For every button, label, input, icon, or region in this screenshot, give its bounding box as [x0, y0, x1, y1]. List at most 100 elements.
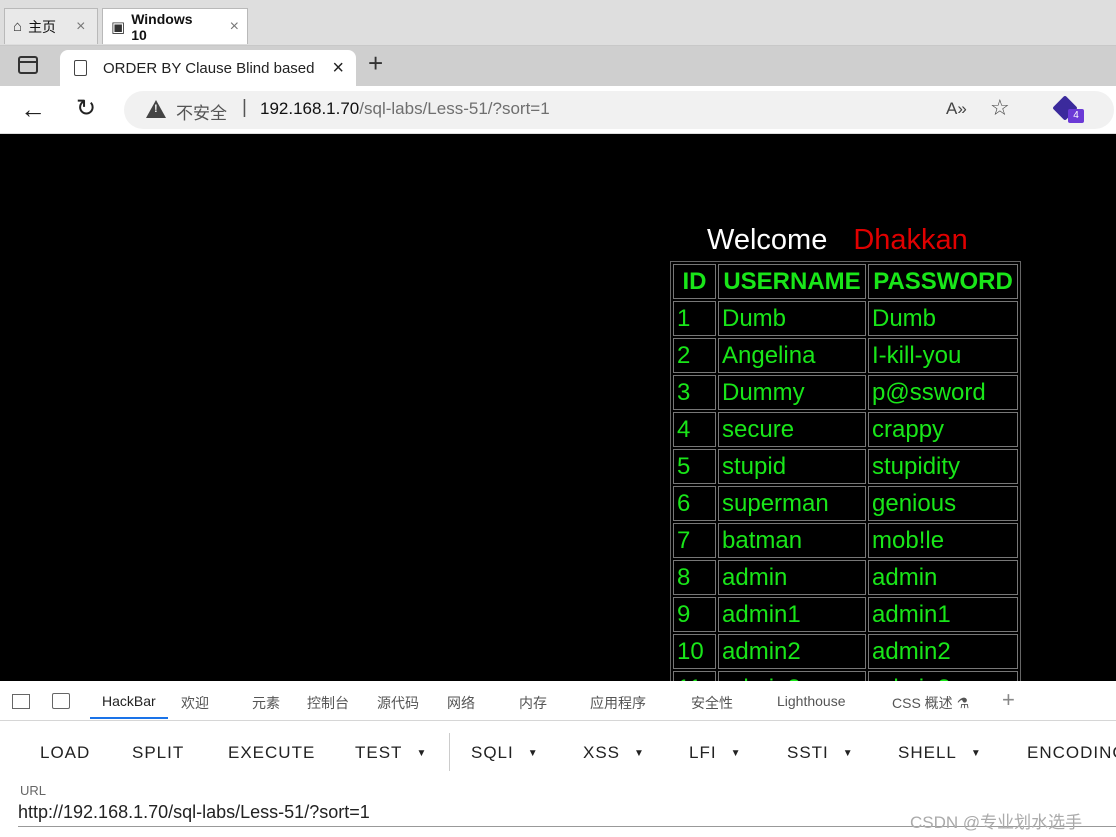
vm-tab-windows10-label: Windows 10	[131, 10, 193, 43]
username-highlight: Dhakkan	[853, 224, 968, 256]
load-button-label: LOAD	[40, 743, 91, 762]
header-username: USERNAME	[718, 264, 866, 299]
url-host: 192.168.1.70	[260, 99, 360, 118]
tab-elements[interactable]: 元素	[252, 693, 280, 713]
cell-id: 7	[673, 523, 716, 558]
close-tab-icon[interactable]: ×	[332, 57, 344, 80]
cell-password: stupidity	[868, 449, 1018, 484]
cell-id: 9	[673, 597, 716, 632]
new-tab-icon[interactable]: +	[368, 48, 383, 78]
cell-id: 4	[673, 412, 716, 447]
shell-button[interactable]: SHELL ▼	[898, 743, 982, 763]
cell-password: admin1	[868, 597, 1018, 632]
sqli-button-label: SQLI	[471, 743, 514, 762]
vm-tab-windows10[interactable]: ▣ Windows 10 ×	[102, 8, 248, 44]
lfi-button[interactable]: LFI ▼	[689, 743, 741, 763]
insecure-label[interactable]: 不安全	[176, 99, 227, 124]
close-icon[interactable]: ×	[76, 18, 85, 36]
split-button[interactable]: SPLIT	[132, 743, 184, 763]
add-favorite-icon[interactable]: ☆	[990, 95, 1010, 121]
ssti-button[interactable]: SSTI ▼	[787, 743, 854, 763]
cell-password: p@ssword	[868, 375, 1018, 410]
tab-welcome[interactable]: 欢迎	[181, 693, 209, 713]
cell-username: admin2	[718, 634, 866, 669]
close-icon[interactable]: ×	[230, 18, 239, 36]
cell-password: crappy	[868, 412, 1018, 447]
more-tools-icon[interactable]: +	[1002, 687, 1015, 713]
cell-password: I-kill-you	[868, 338, 1018, 373]
welcome-banner: Welcome Dhakkan	[707, 224, 968, 257]
cell-username: stupid	[718, 449, 866, 484]
toolbar-divider	[449, 733, 450, 771]
url-field-label: URL	[20, 783, 47, 798]
execute-button[interactable]: EXECUTE	[228, 743, 315, 763]
address-bar[interactable]: 不安全 | 192.168.1.70/sql-labs/Less-51/?sor…	[124, 91, 1114, 129]
tab-application[interactable]: 应用程序	[590, 693, 646, 713]
caret-down-icon: ▼	[634, 748, 645, 759]
tab-memory[interactable]: 内存	[519, 693, 547, 713]
tab-hackbar[interactable]: HackBar	[102, 693, 156, 709]
browser-tab-active[interactable]: ORDER BY Clause Blind based ×	[60, 50, 356, 86]
sqli-button[interactable]: SQLI ▼	[471, 743, 539, 763]
caret-down-icon: ▼	[416, 748, 428, 759]
vm-tab-home[interactable]: ⌂ 主页 ×	[4, 8, 98, 44]
table-row: 9 admin1 admin1	[673, 597, 1018, 632]
table-row: 6 superman genious	[673, 486, 1018, 521]
users-table-body: 1 Dumb Dumb 2 Angelina I-kill-you 3 Dummy p@sswo…	[673, 301, 1018, 681]
tab-sources[interactable]: 源代码	[377, 693, 419, 713]
browser-tab-title: ORDER BY Clause Blind based	[103, 59, 315, 77]
table-row: 4 secure crappy	[673, 412, 1018, 447]
tab-lighthouse[interactable]: Lighthouse	[777, 693, 846, 709]
address-url[interactable]: 192.168.1.70/sql-labs/Less-51/?sort=1	[260, 99, 550, 119]
table-row: 3 Dummy p@ssword	[673, 375, 1018, 410]
devtools-panel: HackBar 欢迎 元素 控制台 源代码 网络 内存 应用程序 安全性 Lig…	[0, 681, 1116, 837]
tab-css-overview-label: CSS 概述	[892, 695, 953, 711]
cell-password: admin	[868, 560, 1018, 595]
cell-password: admin3	[868, 671, 1018, 681]
tab-css-overview[interactable]: CSS 概述 ⚗	[892, 693, 969, 713]
cell-username: secure	[718, 412, 866, 447]
device-emulation-icon[interactable]	[52, 693, 70, 709]
vm-tab-home-label: 主页	[28, 18, 57, 35]
tab-security[interactable]: 安全性	[691, 693, 733, 713]
lfi-button-label: LFI	[689, 743, 717, 762]
table-row: 10 admin2 admin2	[673, 634, 1018, 669]
address-separator: |	[242, 97, 247, 118]
tab-console[interactable]: 控制台	[307, 693, 349, 713]
devtools-tab-bar: HackBar 欢迎 元素 控制台 源代码 网络 内存 应用程序 安全性 Lig…	[0, 681, 1116, 721]
cell-password: genious	[868, 486, 1018, 521]
header-password: PASSWORD	[868, 264, 1018, 299]
xss-button[interactable]: XSS ▼	[583, 743, 645, 763]
cell-password: mob!le	[868, 523, 1018, 558]
shell-button-label: SHELL	[898, 743, 957, 762]
read-aloud-icon[interactable]: A»	[946, 99, 967, 119]
caret-down-icon: ▼	[730, 748, 742, 759]
tab-actions-icon[interactable]	[18, 56, 38, 74]
cell-username: Dummy	[718, 375, 866, 410]
cell-username: admin1	[718, 597, 866, 632]
cell-username: Angelina	[718, 338, 866, 373]
cell-id: 11	[673, 671, 716, 681]
split-button-label: SPLIT	[132, 743, 185, 762]
warning-icon[interactable]	[146, 100, 166, 118]
table-header-row: ID USERNAME PASSWORD	[673, 264, 1018, 299]
cell-id: 6	[673, 486, 716, 521]
table-row: 2 Angelina I-kill-you	[673, 338, 1018, 373]
reload-icon[interactable]: ↻	[76, 94, 96, 123]
test-button[interactable]: TEST ▼	[355, 743, 427, 763]
encoding-button[interactable]: ENCODING	[1027, 743, 1116, 763]
table-row: 7 batman mob!le	[673, 523, 1018, 558]
header-id: ID	[673, 264, 716, 299]
table-row: 8 admin admin	[673, 560, 1018, 595]
cell-id: 3	[673, 375, 716, 410]
tab-network[interactable]: 网络	[447, 693, 475, 713]
cell-password: admin2	[868, 634, 1018, 669]
load-button[interactable]: LOAD	[40, 743, 90, 763]
table-row: 1 Dumb Dumb	[673, 301, 1018, 336]
back-icon[interactable]: ←	[20, 94, 46, 125]
cell-id: 8	[673, 560, 716, 595]
cell-username: superman	[718, 486, 866, 521]
inspect-element-icon[interactable]	[12, 694, 30, 709]
xss-button-label: XSS	[583, 743, 621, 762]
cell-username: admin	[718, 560, 866, 595]
